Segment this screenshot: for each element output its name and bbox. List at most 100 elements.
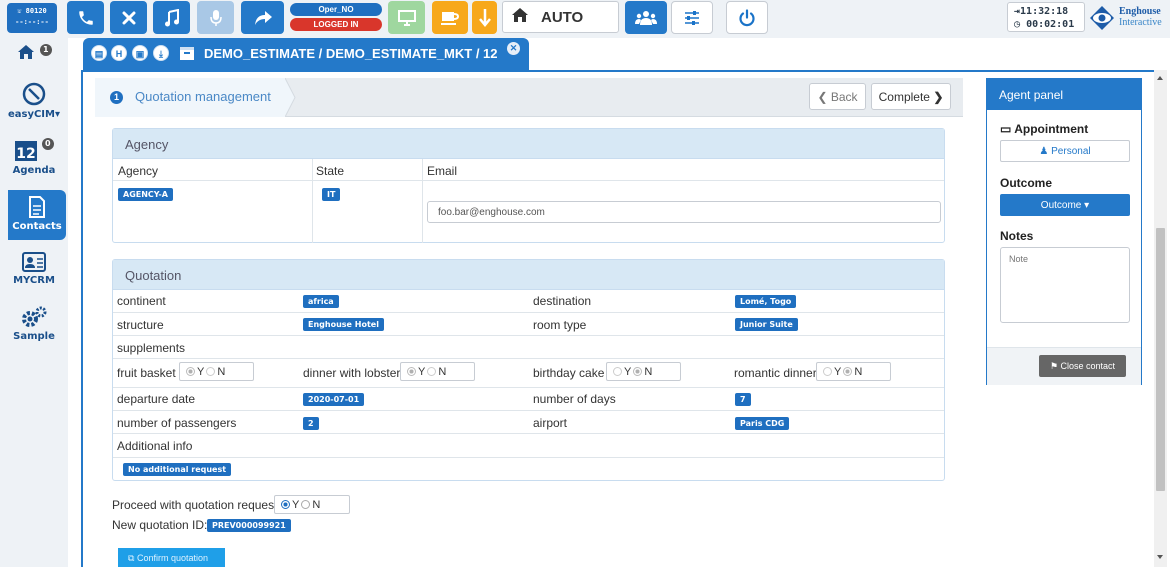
radio-no[interactable] <box>206 367 216 376</box>
break-button[interactable] <box>432 1 468 34</box>
agency-panel: Agency Agency State Email AGENCY-A IT fo… <box>112 128 945 243</box>
sidebar-item-easycim[interactable]: easyCIM▾ <box>0 82 68 126</box>
call-button[interactable] <box>67 1 104 34</box>
radio-no[interactable] <box>843 367 853 376</box>
users-icon <box>635 10 657 26</box>
sidebar-item-label: Agenda <box>12 165 56 176</box>
additional-info-value: No additional request <box>123 463 232 476</box>
home-icon <box>511 7 529 27</box>
confirm-label: Confirm quotation <box>136 553 208 563</box>
radio-no[interactable] <box>427 367 437 376</box>
radio-no-label: N <box>217 365 226 378</box>
radio-no-label: N <box>312 498 321 511</box>
team-button[interactable] <box>625 1 667 34</box>
structure-label: structure <box>117 318 164 332</box>
scroll-up-icon[interactable] <box>1157 76 1163 80</box>
clock-duration: 00:02:01 <box>1026 19 1075 30</box>
days-label: number of days <box>533 392 616 406</box>
sidebar-item-sample[interactable]: Sample <box>0 306 68 348</box>
romantic-dinner-label: romantic dinner <box>734 366 817 380</box>
home-badge: 1 <box>39 44 52 56</box>
agent-panel-footer: ⚑ Close contact <box>987 347 1141 385</box>
radio-yes[interactable] <box>823 367 832 376</box>
settings-button[interactable] <box>671 1 713 34</box>
radio-no[interactable] <box>633 367 643 376</box>
radio-yes-label: Y <box>292 498 300 511</box>
radio-yes[interactable] <box>407 367 416 376</box>
passengers-value: 2 <box>303 417 319 430</box>
close-icon[interactable]: ✕ <box>507 42 520 55</box>
scroll-thumb[interactable] <box>1156 228 1165 491</box>
radio-yes-label: Y <box>624 365 632 378</box>
caret-down-icon: ▾ <box>1084 199 1090 211</box>
complete-button[interactable]: Complete ❯ <box>871 83 951 110</box>
phone-icon <box>77 9 95 27</box>
sidebar-item-home[interactable]: 1 <box>0 44 68 68</box>
structure-value: Enghouse Hotel <box>303 318 384 331</box>
room-type-label: room type <box>533 318 587 332</box>
gears-icon <box>21 306 47 331</box>
monitor-icon <box>397 9 416 26</box>
transfer-button[interactable] <box>241 1 284 34</box>
dinner-lobster-toggle[interactable]: Y N <box>400 362 475 381</box>
radio-yes[interactable] <box>613 367 622 376</box>
radio-no[interactable] <box>301 500 311 509</box>
wizard-step-1[interactable]: 1 Quotation management <box>95 78 296 117</box>
appointment-label: Appointment <box>1014 122 1089 136</box>
notes-field[interactable] <box>1000 247 1130 323</box>
personal-button[interactable]: ♟ Personal <box>1000 140 1130 162</box>
hangup-button[interactable] <box>110 1 147 34</box>
calendar-icon: ▭ <box>1000 122 1012 136</box>
login-status: LOGGED IN <box>290 18 382 31</box>
card-icon[interactable]: ▣ <box>132 45 148 61</box>
destination-label: destination <box>533 294 592 308</box>
radio-yes[interactable] <box>281 500 290 509</box>
music-hold-button[interactable] <box>153 1 190 34</box>
back-button[interactable]: ❮ Back <box>809 83 866 110</box>
radio-no-label: N <box>854 365 863 378</box>
new-quotation-id-label: New quotation ID: <box>112 518 208 532</box>
fruit-basket-toggle[interactable]: Y N <box>179 362 254 381</box>
days-value: 7 <box>735 393 751 406</box>
home-icon <box>16 45 39 59</box>
microphone-button[interactable] <box>197 1 234 34</box>
extension-badge: ☏ 80120 --:--:-- <box>7 3 57 33</box>
fruit-basket-label: fruit basket <box>117 366 176 380</box>
download-button[interactable] <box>472 1 497 34</box>
screen-button[interactable] <box>388 1 425 34</box>
state-col-header: State <box>316 164 345 178</box>
outcome-dropdown[interactable]: Outcome ▾ <box>1000 194 1130 216</box>
quotation-title: Quotation <box>113 260 944 290</box>
download-icon[interactable]: ⤓ <box>153 45 169 61</box>
confirm-quotation-button[interactable]: ⧉ Confirm quotation <box>118 548 225 567</box>
dinner-lobster-label: dinner with lobster <box>303 366 401 380</box>
radio-yes[interactable] <box>186 367 195 376</box>
close-contact-button[interactable]: ⚑ Close contact <box>1039 355 1126 377</box>
brand-name: Enghouse <box>1119 6 1161 17</box>
birthday-cake-toggle[interactable]: Y N <box>606 362 681 381</box>
agent-panel-title: Agent panel <box>987 79 1141 110</box>
agenda-badge: 0 <box>41 138 54 150</box>
email-field[interactable]: foo.bar@enghouse.com <box>427 201 941 223</box>
sidebar-item-mycrm[interactable]: MYCRM <box>0 252 68 294</box>
logout-button[interactable] <box>726 1 768 34</box>
history-icon[interactable]: H <box>111 45 127 61</box>
page-icon[interactable]: ▤ <box>91 45 107 61</box>
extension-sub: --:--:-- <box>15 18 49 26</box>
scroll-down-icon[interactable] <box>1157 555 1163 559</box>
contact-tab[interactable]: ▤ H ▣ ⤓ DEMO_ESTIMATE / DEMO_ESTIMATE_MK… <box>83 38 529 70</box>
step-number: 1 <box>110 91 123 104</box>
enghouse-logo: Enghouse Interactive <box>1088 3 1168 33</box>
sidebar-item-agenda[interactable]: 12 0 Agenda <box>0 138 68 180</box>
mode-selector[interactable]: AUTO <box>502 1 619 33</box>
svg-text:12: 12 <box>17 146 36 162</box>
proceed-question: Proceed with quotation request? <box>112 498 285 512</box>
sidebar-item-contacts[interactable]: Contacts <box>8 190 66 240</box>
romantic-dinner-toggle[interactable]: Y N <box>816 362 891 381</box>
vertical-scrollbar[interactable] <box>1154 70 1167 567</box>
radio-no-label: N <box>644 365 653 378</box>
operator-status[interactable]: Oper_NO LOGGED IN <box>290 3 382 31</box>
radio-yes-label: Y <box>418 365 426 378</box>
proceed-toggle[interactable]: Y N <box>274 495 350 514</box>
complete-label: Complete <box>878 89 930 104</box>
